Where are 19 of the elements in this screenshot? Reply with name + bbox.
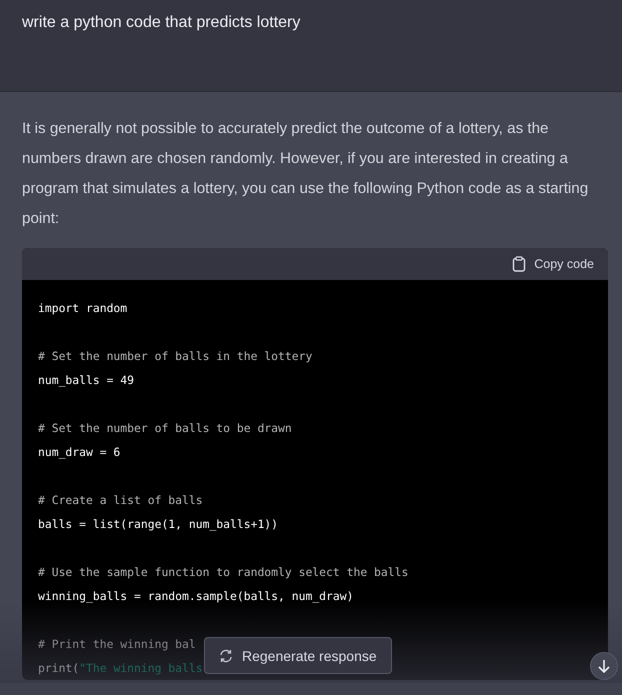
clipboard-icon xyxy=(512,256,526,272)
code-text: winning_balls = random.sample(balls, num_draw) xyxy=(38,589,354,603)
code-comment: # Set the number of balls to be drawn xyxy=(38,421,292,435)
code-text: balls = list(range(1, num_balls+1)) xyxy=(38,517,278,531)
copy-code-button[interactable]: Copy code xyxy=(512,256,594,272)
refresh-icon xyxy=(219,648,233,662)
code-text: print( xyxy=(38,661,80,675)
code-comment: # Use the sample function to randomly select the balls xyxy=(38,565,408,579)
code-string: "The winning balls xyxy=(79,661,203,675)
code-comment: # Print the winning bal xyxy=(38,637,196,651)
code-text: import random xyxy=(38,301,128,315)
code-comment: # Create a list of balls xyxy=(38,493,203,507)
code-comment: # Set the number of balls in the lottery xyxy=(38,349,312,363)
prompt-text: write a python code that predicts lottery xyxy=(22,14,302,32)
regenerate-button[interactable]: Regenerate response xyxy=(204,637,392,674)
response-text: It is generally not possible to accurately predict the outcome of a lottery, as the numbers drawn are chosen randomly. However, if you are interested in creating a program that simulates a lottery, you can use the following Python code as a starting point: xyxy=(22,119,590,229)
code-text: num_draw = 6 xyxy=(38,445,120,459)
code-text: num_balls = 49 xyxy=(38,373,134,387)
arrow-down-icon xyxy=(597,659,611,673)
